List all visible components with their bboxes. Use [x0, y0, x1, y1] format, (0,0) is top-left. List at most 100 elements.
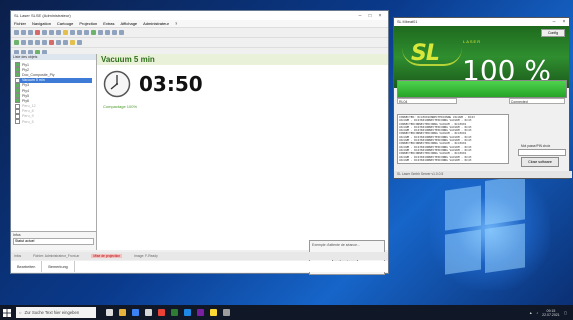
- laser-id-field: RL04: [397, 98, 458, 104]
- edge-icon[interactable]: [132, 309, 139, 316]
- play-icon[interactable]: [91, 30, 96, 35]
- remark-tab[interactable]: Bemerkung: [42, 261, 75, 272]
- taskbar: ○ Zur Suche Text hier eingeben ▲ ♪ 09:15…: [0, 305, 573, 320]
- tree-item-label: Ply1: [22, 62, 29, 67]
- object-tree: Ply1 Ply2 Doc_Composite_Ply Vacuum 5 min Ply…: [11, 60, 96, 126]
- store-icon[interactable]: [145, 309, 152, 316]
- warning-icon[interactable]: [70, 40, 75, 45]
- undo-icon[interactable]: [70, 30, 75, 35]
- settings-icon[interactable]: [119, 30, 124, 35]
- print-icon[interactable]: [84, 30, 89, 35]
- menu-extras[interactable]: Extras: [103, 21, 114, 26]
- password-input[interactable]: [518, 149, 566, 156]
- close-software-button[interactable]: Close software: [521, 157, 559, 167]
- file-explorer-icon[interactable]: [119, 309, 126, 316]
- menu-projection[interactable]: Projection: [79, 21, 97, 26]
- highlight-icon[interactable]: [63, 30, 68, 35]
- toolbar-row-2: [11, 37, 388, 47]
- app-icon-2[interactable]: [197, 309, 204, 316]
- paste-icon[interactable]: [56, 30, 61, 35]
- countdown-timer: 03:50: [139, 72, 203, 96]
- laser-close-icon[interactable]: ×: [559, 19, 569, 25]
- task-view-icon[interactable]: [106, 309, 113, 316]
- laser-titlebar: SL Mbeat01 – ×: [394, 18, 569, 26]
- laser-minimize-icon[interactable]: –: [549, 19, 559, 25]
- tray-date: 22.07.2021: [542, 312, 560, 317]
- log-output[interactable]: CONNECTED: RC43601ONNECTEDCONNG VACUUM -…: [397, 114, 509, 164]
- maximize-icon[interactable]: □: [365, 13, 375, 19]
- copy-icon[interactable]: [49, 30, 54, 35]
- close-icon[interactable]: ×: [375, 13, 385, 19]
- progress-bar: [397, 80, 567, 98]
- network-icon[interactable]: ▲: [529, 311, 532, 315]
- delete-icon[interactable]: [35, 30, 40, 35]
- tree-item-label: Vacuum 5 min: [22, 78, 45, 83]
- progress-fill: [398, 81, 566, 97]
- tray-clock[interactable]: 09:15 22.07.2021: [542, 309, 560, 317]
- target-icon[interactable]: [28, 40, 33, 45]
- zoom-icon[interactable]: [105, 30, 110, 35]
- status-select[interactable]: Statut actuel: [13, 238, 94, 245]
- tree-item-label: Peru_9: [22, 114, 34, 119]
- sl-logo: SL: [411, 41, 440, 66]
- mirror-icon[interactable]: [42, 40, 47, 45]
- laser-window: SL Mbeat01 – × SL LASER Config 100 % RL0…: [393, 17, 572, 179]
- tree-item-label: Ply6: [22, 98, 29, 103]
- taskbar-search[interactable]: ○ Zur Suche Text hier eingeben: [16, 307, 96, 318]
- minimize-icon[interactable]: –: [355, 13, 365, 19]
- tree-item-label: Peru_8: [22, 109, 34, 114]
- app-icon-1[interactable]: [184, 309, 191, 316]
- chrome-icon[interactable]: [158, 309, 165, 316]
- grid-icon[interactable]: [98, 30, 103, 35]
- new-file-icon[interactable]: [14, 30, 19, 35]
- stop-icon[interactable]: [49, 40, 54, 45]
- windows-icon: [3, 308, 11, 317]
- system-tray: ▲ ♪ 09:15 22.07.2021 ▢: [529, 309, 573, 317]
- app-icon-3[interactable]: [210, 309, 217, 316]
- tree-item-label: Ply2: [22, 67, 29, 72]
- sl-logo-sub: LASER: [463, 39, 482, 44]
- notification-icon[interactable]: ▢: [564, 311, 567, 315]
- tree-item-label: Peru_12: [22, 104, 36, 109]
- search-placeholder: Zur Suche Text hier eingeben: [24, 310, 80, 315]
- main-window-title: SL Laser SLSE (Administrateur): [14, 13, 71, 18]
- toolbar-row-1: [11, 27, 388, 37]
- config-button[interactable]: Config: [541, 29, 565, 37]
- align-icon[interactable]: [21, 40, 26, 45]
- menu-navigation[interactable]: Navigation: [32, 21, 51, 26]
- main-window: SL Laser SLSE (Administrateur) – □ × Fic…: [10, 10, 389, 275]
- laser-on-icon[interactable]: [14, 40, 19, 45]
- status-info: Infos: [14, 254, 22, 258]
- menu-affichage[interactable]: Affichage: [121, 21, 138, 26]
- log-line: VACUUM - RC43601ONNECTEDCONNG VACUUM - R…: [399, 157, 472, 162]
- laser-window-title: SL Mbeat01: [397, 20, 418, 24]
- layers-icon[interactable]: [112, 30, 117, 35]
- tree-checkbox[interactable]: [15, 119, 20, 125]
- cut-icon[interactable]: [42, 30, 47, 35]
- object-tree-pane: Liste des objets Ply1 Ply2 Doc_Composite_P…: [11, 54, 97, 250]
- laser-banner: SL LASER Config 100 %: [394, 26, 569, 88]
- volume-icon[interactable]: ♪: [536, 311, 538, 315]
- app-icon-4[interactable]: [223, 309, 230, 316]
- rotate-icon[interactable]: [35, 40, 40, 45]
- open-icon[interactable]: [21, 30, 26, 35]
- save-icon[interactable]: [28, 30, 33, 35]
- status-file: Fichier: Administrateur_Front.ar: [33, 254, 80, 258]
- menu-administrateur[interactable]: Administrateur: [143, 21, 169, 26]
- measure-icon[interactable]: [77, 40, 82, 45]
- step-forward-icon[interactable]: [63, 40, 68, 45]
- menu-help[interactable]: ?: [175, 21, 177, 26]
- status-image: Image: F-Ready: [134, 254, 158, 258]
- taskbar-apps: [106, 309, 230, 316]
- redo-icon[interactable]: [77, 30, 82, 35]
- tree-item-label: Ply4: [22, 88, 29, 93]
- vacuum-title: Vacuum 5 min: [97, 54, 388, 65]
- menu-bar: Fichier Navigation Cartouge Projection E…: [11, 20, 388, 27]
- menu-fichier[interactable]: Fichier: [14, 21, 26, 26]
- menu-cartouge[interactable]: Cartouge: [57, 21, 73, 26]
- step-back-icon[interactable]: [56, 40, 61, 45]
- tree-item[interactable]: Peru_5: [15, 119, 92, 125]
- sl-laser-app-icon[interactable]: [171, 309, 178, 316]
- edit-tab[interactable]: Bearbeiten: [11, 261, 43, 272]
- start-button[interactable]: [0, 305, 14, 320]
